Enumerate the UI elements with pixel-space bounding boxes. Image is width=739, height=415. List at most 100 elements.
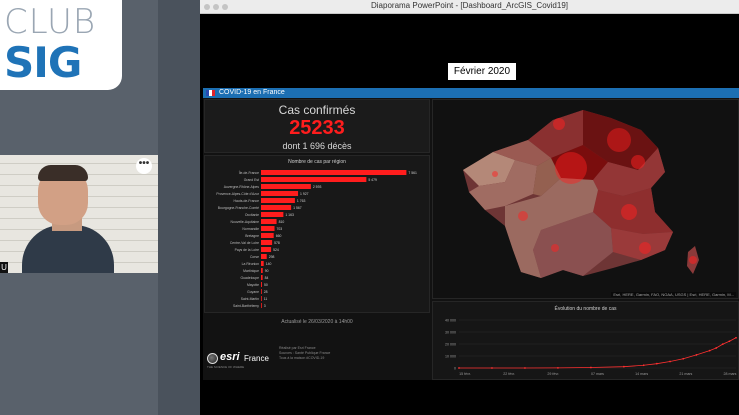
bar-value-label: 84 (265, 276, 269, 280)
bar-value-label: 1 927 (300, 192, 309, 196)
bar-mark (261, 212, 284, 217)
evolution-point (642, 364, 645, 367)
confirmed-cases-value: 25233 (289, 117, 345, 139)
screen: CLUB SIG ••• U Diaporama PowerPoint - [D… (0, 0, 739, 415)
map-case-bubble[interactable] (607, 128, 631, 152)
bar-value-label: 578 (274, 241, 280, 245)
bar-mark (261, 170, 407, 175)
arcgis-dashboard: COVID-19 en France Cas confirmés 25233 d… (203, 88, 739, 380)
bar-category-label: Normandie (242, 227, 259, 231)
evolution-x-tick-label: 28 mars (724, 372, 737, 376)
bar-mark (261, 275, 263, 280)
bar-value-label: 90 (265, 269, 269, 273)
evolution-point (655, 362, 658, 365)
cases-by-region-chart: Île-de-France 7 561 Grand Est 5 479 Auvergne… (216, 170, 417, 308)
evolution-point (524, 367, 526, 369)
bar-mark (261, 177, 367, 182)
esri-logo-word: esri (220, 351, 240, 363)
bar-category-label: Mayotte (247, 283, 259, 287)
credit-line-hashtag: Tous à la maison #COVID-19 (279, 356, 325, 360)
bar-category-label: Guadeloupe (241, 276, 260, 280)
evolution-y-tick-label: 40 000 (445, 319, 456, 323)
bar-category-label: Martinique (243, 269, 259, 273)
bar-mark (261, 205, 292, 210)
bar-mark (261, 184, 311, 189)
bar-mark (261, 282, 262, 287)
bar-value-label: 1 567 (293, 206, 302, 210)
bar-value-label: 11 (264, 297, 268, 301)
bar-mark (261, 191, 299, 196)
map-case-bubble[interactable] (555, 152, 587, 184)
dashboard-title: COVID-19 en France (219, 89, 285, 96)
bar-category-label: Centre-Val de Loire (230, 241, 259, 245)
map-case-bubble[interactable] (689, 256, 697, 264)
bar-category-label: La Réunion (242, 262, 259, 266)
bar-value-label: 298 (269, 255, 275, 259)
slideshow-window: Diaporama PowerPoint - [Dashboard_ArcGIS… (200, 0, 739, 415)
bar-value-label: 1 763 (297, 199, 306, 203)
bar-mark (261, 254, 267, 259)
bar-category-label: Grand Est (244, 178, 259, 182)
evolution-x-tick-label: 14 mars (635, 372, 648, 376)
more-options-button[interactable]: ••• (136, 158, 152, 174)
evolution-chart-title: Évolution du nombre de cas (554, 306, 617, 312)
evolution-y-tick-label: 10 000 (445, 355, 456, 359)
evolution-point (715, 347, 718, 349)
slide-date-label: Février 2020 (448, 63, 516, 80)
left-panel: CLUB SIG ••• U (0, 0, 158, 415)
evolution-point (458, 367, 460, 369)
confirmed-cases-panel: Cas confirmés 25233 dont 1 696 décès (204, 99, 430, 153)
esri-tagline: THE SCIENCE OF WHERE (207, 365, 245, 369)
evolution-point (491, 367, 493, 369)
presenter-hair (38, 165, 88, 181)
cases-by-region-panel: Nombre de cas par région Île-de-France 7 … (204, 155, 430, 313)
bar-category-label: Nouvelle-Aquitaine (231, 220, 260, 224)
bar-category-label: Saint-Barthélemy (233, 304, 259, 308)
bar-value-label: 2 593 (313, 185, 322, 189)
window-title: Diaporama PowerPoint - [Dashboard_ArcGIS… (371, 1, 568, 10)
evolution-point (735, 336, 737, 339)
map-case-bubble[interactable] (631, 155, 645, 169)
evolution-point (557, 366, 559, 369)
map-case-bubble[interactable] (553, 118, 565, 130)
france-choropleth-map[interactable] (433, 100, 738, 298)
evolution-y-tick-label: 0 (454, 367, 456, 371)
bar-value-label: 5 479 (368, 178, 377, 182)
logo-club-text: CLUB (4, 2, 97, 42)
bar-category-label: Guyane (247, 290, 259, 294)
club-sig-logo: CLUB SIG (0, 0, 122, 90)
evolution-x-tick-label: 15 févr. (459, 372, 471, 376)
bar-value-label: 810 (279, 220, 285, 224)
logo-sig-text: SIG (4, 38, 82, 87)
evolution-x-tick-label: 22 févr. (503, 372, 515, 376)
bar-value-label: 140 (266, 262, 272, 266)
evolution-point (721, 343, 724, 346)
evolution-point (669, 360, 671, 363)
bar-category-label: Provence-Alpes-Côte d'Azur (216, 192, 260, 196)
evolution-x-tick-label: 07 mars (591, 372, 604, 376)
case-evolution-panel: Évolution du nombre de cas 40 000 30 000 2… (432, 301, 739, 380)
map-case-bubble[interactable] (621, 204, 637, 220)
map-attribution: Esri, HERE, Garmin, FAO, NOAA, USGS | Es… (611, 292, 736, 297)
france-map-panel[interactable]: Esri, HERE, Garmin, FAO, NOAA, USGS | Es… (432, 99, 739, 299)
webcam-feed (0, 155, 158, 273)
evolution-point (708, 349, 711, 352)
bar-category-label: Occitanie (245, 213, 259, 217)
map-case-bubble[interactable] (551, 244, 559, 252)
map-case-bubble[interactable] (518, 211, 528, 221)
bar-value-label: 7 561 (408, 171, 417, 175)
esri-france-logo: esri France THE SCIENCE OF WHERE (207, 351, 277, 369)
window-titlebar: Diaporama PowerPoint - [Dashboard_ArcGIS… (200, 0, 739, 14)
bar-category-label: Hauts-de-France (234, 199, 260, 203)
bar-chart-title: Nombre de cas par région (288, 159, 346, 165)
france-flag-icon (206, 90, 215, 96)
bar-category-label: Corse (250, 255, 259, 259)
bar-category-label: Saint-Martin (241, 297, 259, 301)
evolution-point (728, 340, 731, 343)
evolution-x-tick-label: 29 févr. (547, 372, 559, 376)
map-case-bubble[interactable] (639, 242, 651, 254)
esri-globe-icon (207, 353, 218, 364)
bar-mark (261, 219, 277, 224)
map-case-bubble[interactable] (492, 171, 498, 177)
evolution-y-tick-label: 20 000 (445, 343, 456, 347)
